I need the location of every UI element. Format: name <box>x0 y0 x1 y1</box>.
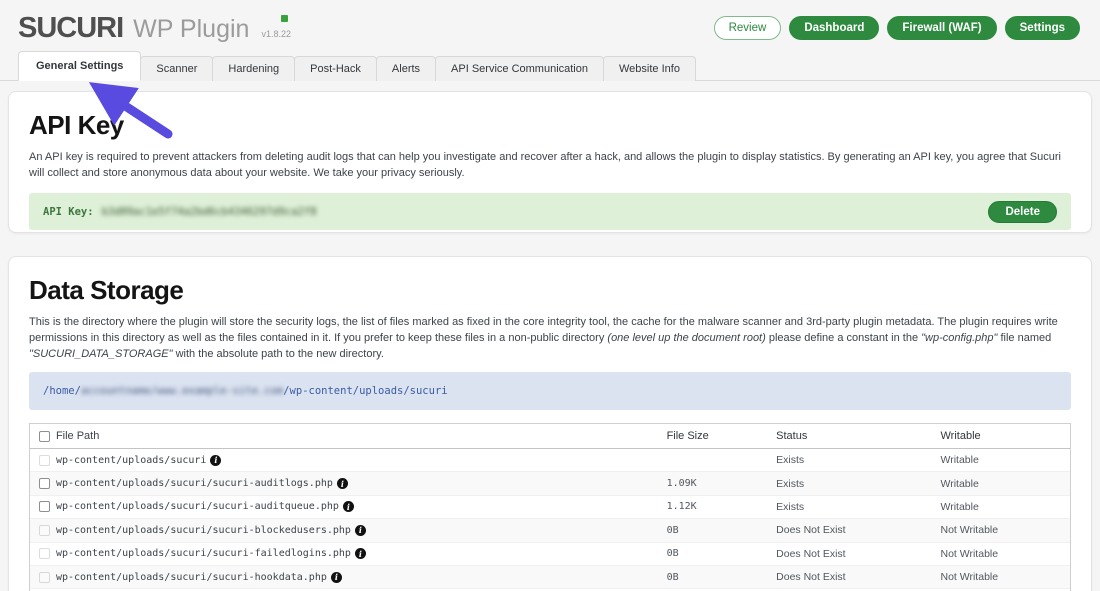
file-writable: Writable <box>941 501 1071 513</box>
info-icon[interactable]: i <box>331 572 342 583</box>
row-checkbox[interactable] <box>39 501 50 512</box>
row-checkbox[interactable] <box>39 478 50 489</box>
tab-post-hack[interactable]: Post-Hack <box>294 56 377 81</box>
desc-italic: "wp-config.php" <box>921 332 997 344</box>
tab-website-info[interactable]: Website Info <box>603 56 696 81</box>
file-status: Does Not Exist <box>776 571 940 583</box>
col-header-file-path: File Path <box>56 430 667 442</box>
data-storage-title: Data Storage <box>29 275 1071 306</box>
info-icon[interactable]: i <box>337 478 348 489</box>
table-row: wp-content/uploads/sucuri/sucuri-hookdat… <box>30 566 1070 589</box>
file-status: Does Not Exist <box>776 548 940 560</box>
info-icon[interactable]: i <box>343 501 354 512</box>
review-button[interactable]: Review <box>714 16 782 41</box>
file-path: wp-content/uploads/sucuri/sucuri-failedl… <box>56 548 351 559</box>
table-row: wp-content/uploads/sucurii Exists Writab… <box>30 449 1070 472</box>
tab-alerts[interactable]: Alerts <box>376 56 436 81</box>
file-path: wp-content/uploads/sucuri/sucuri-blocked… <box>56 525 351 536</box>
storage-path-suffix: /wp-content/uploads/sucuri <box>283 385 447 397</box>
delete-api-key-button[interactable]: Delete <box>988 201 1057 223</box>
file-size: 0B <box>667 572 777 583</box>
file-size: 1.09K <box>667 478 777 489</box>
file-writable: Not Writable <box>941 571 1071 583</box>
data-storage-section: Data Storage This is the directory where… <box>8 256 1092 591</box>
file-writable: Writable <box>941 478 1071 490</box>
tab-hardening[interactable]: Hardening <box>212 56 295 81</box>
info-icon[interactable]: i <box>355 548 366 559</box>
file-status: Exists <box>776 478 940 490</box>
api-key-value-masked: b3d09ac1e5f74a2bd6cb4346297d9ca2f8 <box>102 206 317 218</box>
storage-path-masked: accountname/www.example-site.com <box>81 385 283 397</box>
desc-text: please define a constant in the <box>766 332 921 344</box>
plugin-header: sucuri WP Plugin v1.8.22 Review Dashboar… <box>0 0 1100 52</box>
tab-scanner[interactable]: Scanner <box>140 56 213 81</box>
api-key-section: API Key An API key is required to preven… <box>8 91 1092 233</box>
file-writable: Not Writable <box>941 524 1071 536</box>
storage-path-prefix: /home/ <box>43 385 81 397</box>
table-row: wp-content/uploads/sucuri/sucuri-auditqu… <box>30 496 1070 519</box>
version-label: v1.8.22 <box>261 29 291 39</box>
file-writable: Not Writable <box>941 548 1071 560</box>
desc-italic: (one level up the document root) <box>607 332 765 344</box>
select-all-checkbox[interactable] <box>39 431 50 442</box>
file-writable: Writable <box>941 454 1071 466</box>
firewall-waf-button[interactable]: Firewall (WAF) <box>887 16 996 41</box>
tab-general-settings[interactable]: General Settings <box>18 51 141 81</box>
desc-italic: "SUCURI_DATA_STORAGE" <box>29 348 173 360</box>
file-size: 0B <box>667 548 777 559</box>
table-header-row: File Path File Size Status Writable <box>30 424 1070 449</box>
row-checkbox[interactable] <box>39 572 50 583</box>
file-path: wp-content/uploads/sucuri/sucuri-hookdat… <box>56 572 327 583</box>
file-status: Exists <box>776 501 940 513</box>
file-path: wp-content/uploads/sucuri/sucuri-auditlo… <box>56 478 333 489</box>
product-name: WP Plugin <box>133 17 249 42</box>
row-checkbox[interactable] <box>39 525 50 536</box>
row-checkbox[interactable] <box>39 455 50 466</box>
tab-api-service-communication[interactable]: API Service Communication <box>435 56 604 81</box>
col-header-status: Status <box>776 430 940 442</box>
dashboard-button[interactable]: Dashboard <box>789 16 879 41</box>
file-size: 1.12K <box>667 501 777 512</box>
settings-tab-bar: General Settings Scanner Hardening Post-… <box>0 52 1100 81</box>
col-header-file-size: File Size <box>667 430 777 442</box>
data-storage-description: This is the directory where the plugin w… <box>29 315 1071 363</box>
sucuri-brand: sucuri WP Plugin v1.8.22 <box>18 14 291 43</box>
col-header-writable: Writable <box>941 430 1071 442</box>
desc-text: with the absolute path to the new direct… <box>173 348 384 360</box>
header-actions: Review Dashboard Firewall (WAF) Settings <box>714 16 1080 41</box>
file-size: 0B <box>667 525 777 536</box>
table-row: wp-content/uploads/sucuri/sucuri-blocked… <box>30 519 1070 542</box>
logo-green-dot-icon <box>281 15 288 22</box>
file-status: Exists <box>776 454 940 466</box>
row-checkbox[interactable] <box>39 548 50 559</box>
table-row: wp-content/uploads/sucuri/sucuri-auditlo… <box>30 472 1070 495</box>
info-icon[interactable]: i <box>210 455 221 466</box>
file-path: wp-content/uploads/sucuri/sucuri-auditqu… <box>56 501 339 512</box>
settings-button[interactable]: Settings <box>1005 16 1080 41</box>
storage-path-box: /home/accountname/www.example-site.com/w… <box>29 372 1071 410</box>
file-table: File Path File Size Status Writable wp-c… <box>29 423 1071 591</box>
api-key-title: API Key <box>29 110 1071 141</box>
file-status: Does Not Exist <box>776 524 940 536</box>
info-icon[interactable]: i <box>355 525 366 536</box>
desc-text: file named <box>997 332 1051 344</box>
table-row: wp-content/uploads/sucuri/sucuri-failedl… <box>30 543 1070 566</box>
api-key-label: API Key: <box>43 206 94 218</box>
sucuri-logo: sucuri <box>18 14 123 43</box>
api-key-box: API Key: b3d09ac1e5f74a2bd6cb4346297d9ca… <box>29 193 1071 230</box>
file-path: wp-content/uploads/sucuri <box>56 455 207 466</box>
api-key-description: An API key is required to prevent attack… <box>29 150 1071 182</box>
